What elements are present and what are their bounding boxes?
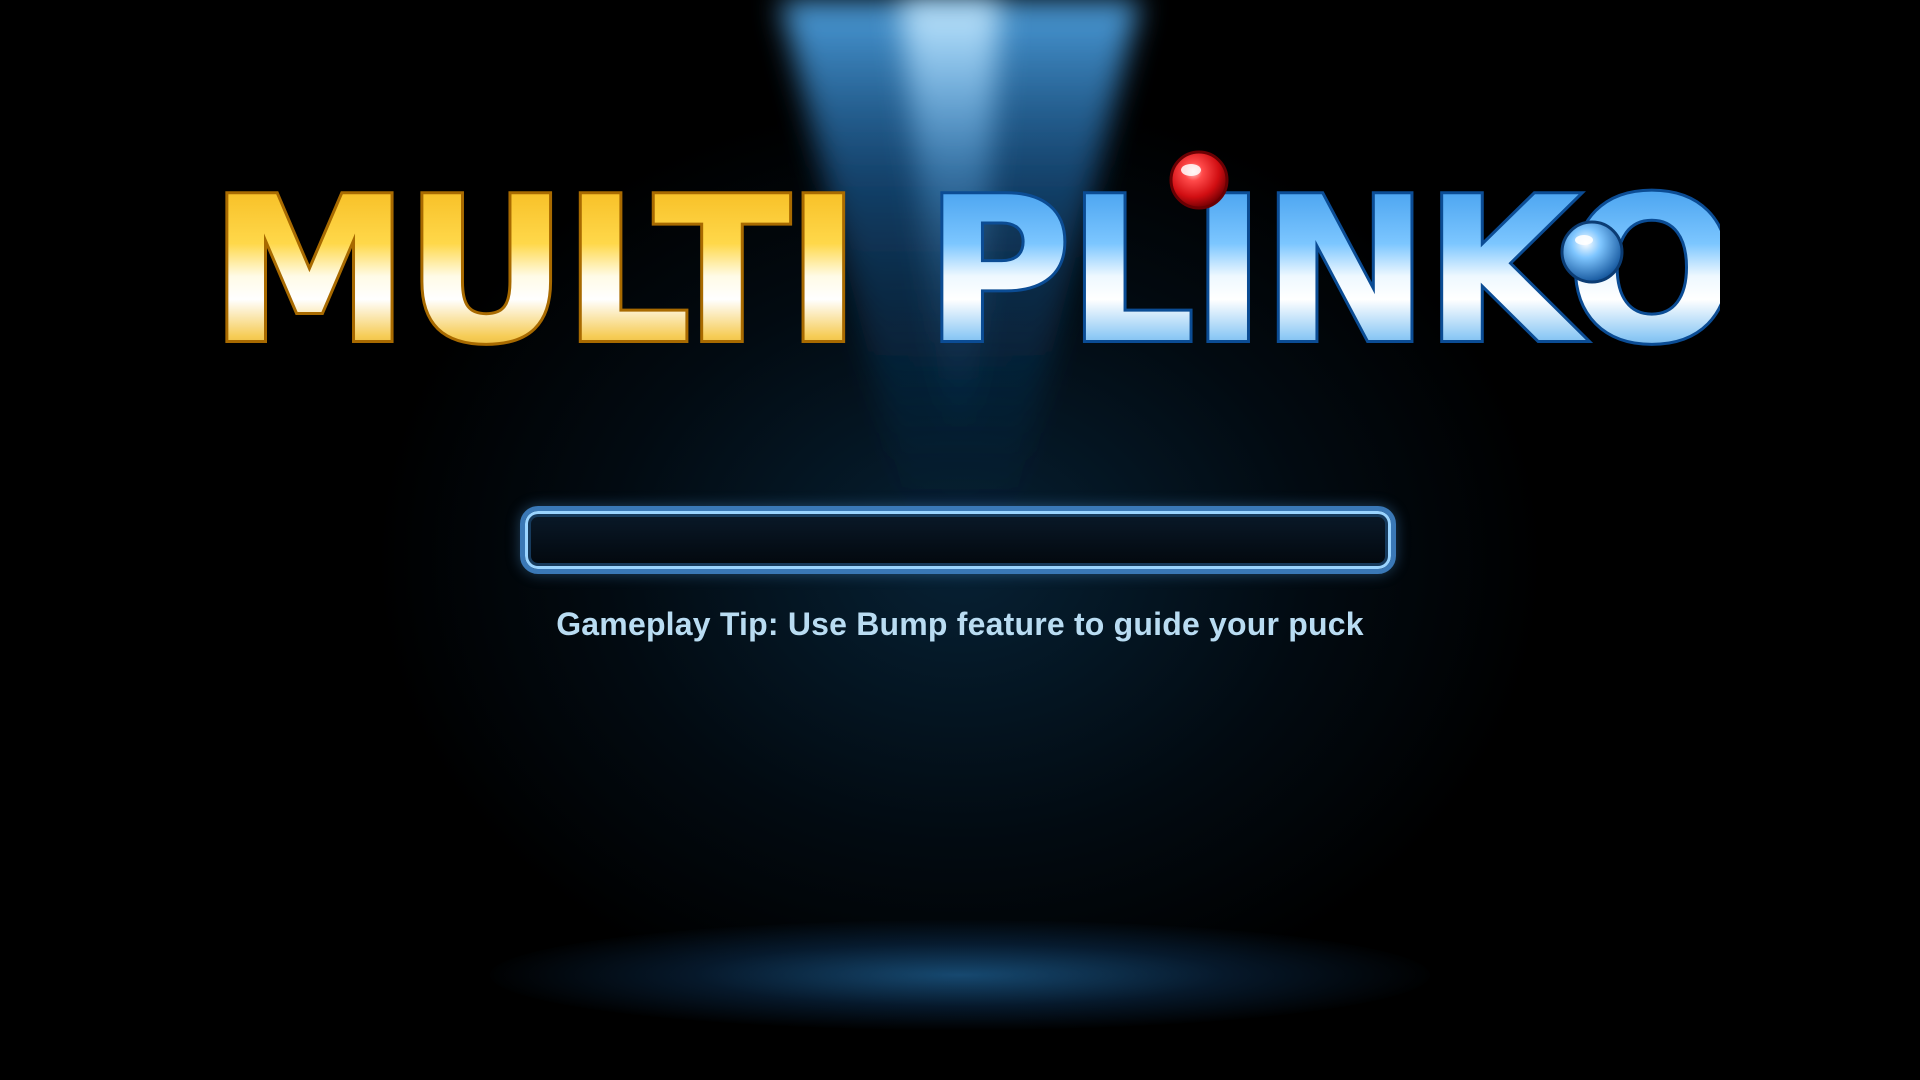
floor-spotlight-glow <box>490 920 1430 1030</box>
blue-ball-icon <box>1560 220 1624 284</box>
gameplay-tip: Gameplay Tip: Use Bump feature to guide … <box>556 606 1364 642</box>
loading-progress-bar <box>520 506 1396 574</box>
loading-screen: MULTI PLINKO Gameplay Tip: Use Bump feat… <box>0 0 1920 1080</box>
red-ball-icon <box>1169 150 1229 210</box>
logo-multi-text: MULTI <box>210 155 857 360</box>
game-logo: MULTI PLINKO <box>200 140 1720 360</box>
logo-art: MULTI PLINKO <box>207 150 1720 360</box>
